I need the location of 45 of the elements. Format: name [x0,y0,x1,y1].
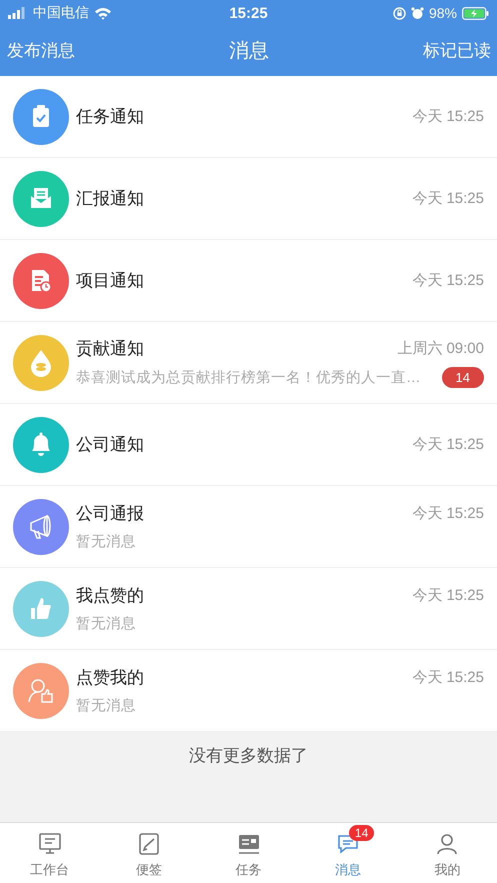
alarm-icon [410,6,424,20]
message-preview: 恭喜测试成为总贡献排行榜第一名！优秀的人一直… [76,369,420,387]
message-time: 今天 15:25 [412,107,484,126]
message-time: 上周六 09:00 [397,339,484,358]
message-row[interactable]: 我点赞的 今天 15:25 暂无消息 [0,568,497,650]
tab-bar-item[interactable]: 便签 [99,823,199,883]
message-row[interactable]: 项目通知 今天 15:25 [0,240,497,322]
message-title: 任务通知 [76,106,144,128]
clock-time: 15:25 [229,4,268,22]
monitor-icon [36,831,63,857]
tab-bar-item[interactable]: 工作台 [0,823,100,883]
tab-badge: 14 [348,825,374,841]
message-row[interactable]: 公司通报 今天 15:25 暂无消息 [0,486,497,568]
message-time: 今天 15:25 [412,586,484,605]
message-preview: 暂无消息 [76,697,136,715]
message-row[interactable]: 汇报通知 今天 15:25 [0,158,497,240]
wifi-icon [94,6,112,20]
no-more-data-text: 没有更多数据了 [189,746,308,765]
rotation-lock-icon [392,6,406,20]
battery-icon [462,6,489,20]
message-time: 今天 15:25 [412,504,484,523]
message-title: 点赞我的 [76,667,144,689]
carrier-name: 中国电信 [33,4,89,22]
message-time: 今天 15:25 [412,271,484,290]
message-preview: 暂无消息 [76,533,136,551]
message-time: 今天 15:25 [412,668,484,687]
battery-percent: 98% [428,5,457,21]
message-row[interactable]: 公司通知 今天 15:25 [0,404,497,486]
tab-bar-item[interactable]: 我的 [398,823,497,883]
message-preview: 暂无消息 [76,615,136,633]
message-time: 今天 15:25 [412,435,484,454]
message-title: 公司通报 [76,503,144,525]
tab-bar-item[interactable]: 14 消息 [298,823,398,883]
message-title: 贡献通知 [76,338,144,360]
message-row[interactable]: 任务通知 今天 15:25 [0,76,497,158]
unread-badge: 14 [442,367,484,388]
message-title: 我点赞的 [76,585,144,607]
message-time: 今天 15:25 [412,189,484,208]
tab-bar-item[interactable]: 任务 [198,823,298,883]
message-title: 公司通知 [76,434,144,456]
message-row[interactable]: 点赞我的 今天 15:25 暂无消息 [0,650,497,732]
message-row[interactable]: 贡献通知 上周六 09:00 恭喜测试成为总贡献排行榜第一名！优秀的人一直… 14 [0,322,497,404]
page-title: 消息 [229,38,269,64]
message-title: 汇报通知 [76,188,144,210]
message-title: 项目通知 [76,270,144,292]
